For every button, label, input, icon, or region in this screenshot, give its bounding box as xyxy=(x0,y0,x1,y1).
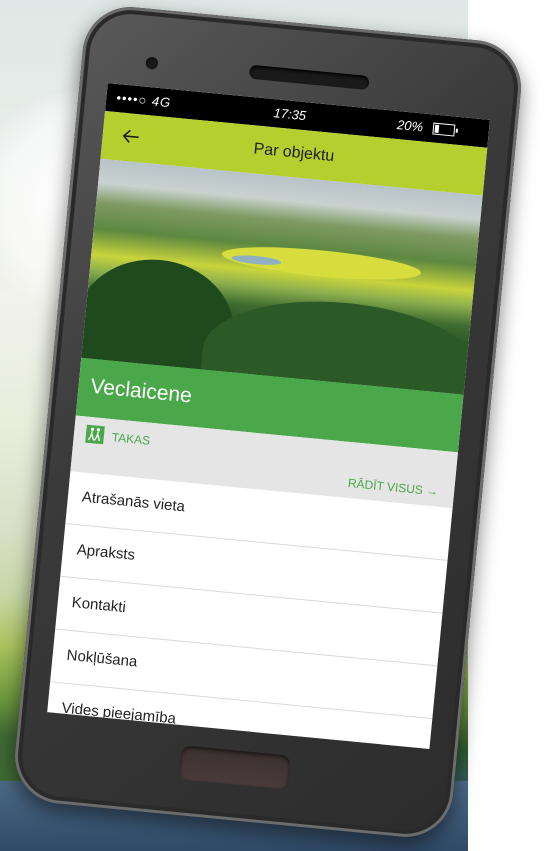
tag-takas[interactable]: TAKAS xyxy=(111,430,151,448)
battery-icon xyxy=(432,122,456,137)
menu-item-label: Apraksts xyxy=(76,541,136,564)
phone: ••••○ 4G 17:35 20% Par objektu Veclaicen… xyxy=(10,2,526,842)
menu-list: Atrašanās vieta Apraksts Kontakti Nokļūš… xyxy=(47,471,453,749)
menu-item-label: Atrašanās vieta xyxy=(81,488,186,516)
clock: 17:35 xyxy=(272,105,307,124)
hiker-icon xyxy=(85,424,105,445)
show-all-link[interactable]: RĀDĪT VISUS → xyxy=(347,476,438,499)
object-photo xyxy=(81,158,483,395)
signal-indicator: ••••○ 4G xyxy=(115,90,172,111)
menu-item-label: Nokļūšana xyxy=(65,646,139,671)
battery-level: 20% xyxy=(396,117,424,135)
object-name: Veclaicene xyxy=(89,374,193,408)
phone-screen: ••••○ 4G 17:35 20% Par objektu Veclaicen… xyxy=(47,83,490,749)
menu-item-label: Kontakti xyxy=(70,594,127,617)
